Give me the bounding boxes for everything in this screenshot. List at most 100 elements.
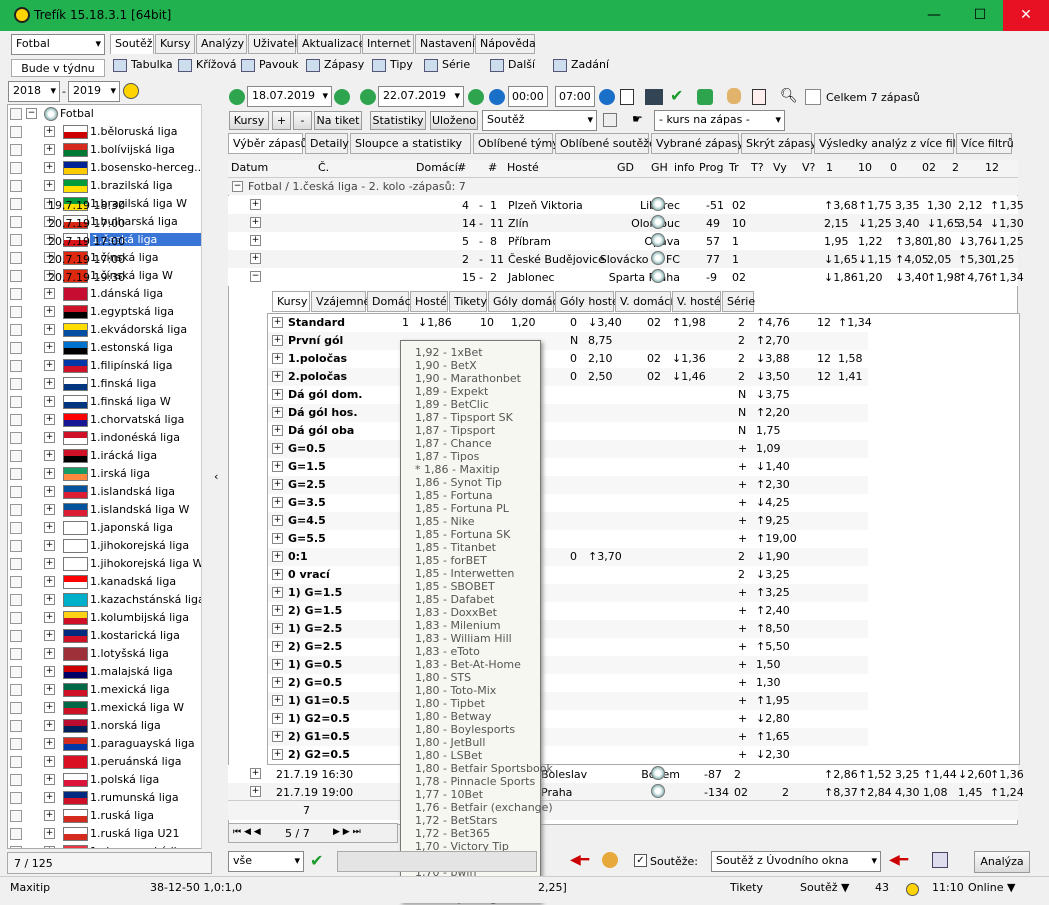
league-checkbox[interactable] <box>10 522 22 534</box>
league-checkbox[interactable] <box>10 558 22 570</box>
bookmaker-item[interactable]: 1,85 - SBOBET <box>415 580 495 593</box>
expand-odds-icon[interactable]: + <box>272 533 283 544</box>
bookmaker-item[interactable]: 1,85 - Fortuna <box>415 489 493 502</box>
main-tab-7[interactable]: Výsledky analýz z více filtrů <box>814 133 972 154</box>
league-item[interactable]: +1.islandská liga <box>8 483 211 501</box>
league-checkbox[interactable] <box>10 810 22 822</box>
bookmaker-item[interactable]: 1,80 - JetBull <box>415 736 485 749</box>
expand-icon[interactable]: + <box>44 648 55 659</box>
expand-icon[interactable]: + <box>44 432 55 443</box>
league-checkbox[interactable] <box>10 342 22 354</box>
period-button[interactable]: Bude v týdnu <box>11 59 105 77</box>
league-checkbox[interactable] <box>10 540 22 552</box>
expand-icon[interactable]: + <box>44 378 55 389</box>
league-item[interactable]: +1.finská liga <box>8 375 211 393</box>
expand-odds-icon[interactable]: + <box>272 461 283 472</box>
expand-icon[interactable]: + <box>44 792 55 803</box>
column-header-9[interactable]: Prog <box>699 161 723 177</box>
league-checkbox[interactable] <box>10 432 22 444</box>
league-checkbox[interactable] <box>10 162 22 174</box>
bookmaker-item[interactable]: 1,85 - Dafabet <box>415 593 494 606</box>
report-icon[interactable] <box>752 89 766 105</box>
red-arrow2-icon[interactable]: ◀━ <box>889 852 908 868</box>
league-checkbox[interactable] <box>10 468 22 480</box>
league-checkbox[interactable] <box>10 288 22 300</box>
expand-odds-icon[interactable]: + <box>272 389 283 400</box>
analyza-button[interactable]: Analýza <box>974 851 1030 873</box>
expand-odds-icon[interactable]: + <box>272 605 283 616</box>
bookmaker-item[interactable]: 1,87 - Tipsport SK <box>415 411 513 424</box>
match-row[interactable]: − 20.7.19 19:30 15 2 Jablonec -9 02 ↓1,86 1,20 ↓3… <box>48 268 1024 286</box>
prev-date2-icon[interactable] <box>360 89 376 105</box>
column-header-7[interactable]: GH <box>651 161 668 177</box>
menu-tab-2[interactable]: Analýzy <box>196 34 247 54</box>
league-checkbox[interactable] <box>10 612 22 624</box>
odds-row[interactable]: +0:1 0 ↑3,70 2 ↓1,90 <box>268 548 868 566</box>
group-row[interactable]: − Fotbal / 1.česká liga - 2. kolo -zápas… <box>228 178 1018 195</box>
red-arrow-icon[interactable]: ◀━ <box>570 852 589 868</box>
souteze-checkbox[interactable]: ✓ <box>634 854 647 867</box>
expand-match-icon[interactable]: + <box>250 235 261 246</box>
first-page-icon[interactable]: ⏮ ◀ ◀ <box>233 827 261 837</box>
tree-root[interactable]: − Fotbal <box>8 105 211 123</box>
next-date2-icon[interactable] <box>468 89 484 105</box>
bookmaker-item[interactable]: 1,90 - BetX <box>415 359 477 372</box>
league-item[interactable]: +1.finská liga W <box>8 393 211 411</box>
bookmaker-item[interactable]: 1,85 - Fortuna SK <box>415 528 510 541</box>
league-item[interactable]: +1.japonská liga <box>8 519 211 537</box>
bookmaker-item[interactable]: 1,80 - Toto-Mix <box>415 684 496 697</box>
expand-odds-icon[interactable]: + <box>272 731 283 742</box>
expand-icon[interactable]: + <box>44 558 55 569</box>
bookmaker-item[interactable]: 1,85 - Fortuna PL <box>415 502 509 515</box>
bookmaker-item[interactable]: 1,85 - Nike <box>415 515 475 528</box>
league-checkbox[interactable] <box>10 774 22 786</box>
league-item[interactable]: +1.malajská liga <box>8 663 211 681</box>
league-item[interactable]: +1.jihokorejská liga W <box>8 555 211 573</box>
menu-tab-1[interactable]: Kursy <box>155 34 195 54</box>
expand-icon[interactable]: + <box>44 522 55 533</box>
league-item[interactable]: +1.chorvatská liga <box>8 411 211 429</box>
bookmaker-item[interactable]: 1,90 - Marathonbet <box>415 372 521 385</box>
next-date-icon[interactable] <box>334 89 350 105</box>
league-item[interactable]: +1.irácká liga <box>8 447 211 465</box>
expand-odds-icon[interactable]: + <box>272 749 283 760</box>
toolbar-item-2[interactable]: Pavouk <box>241 58 298 76</box>
league-checkbox[interactable] <box>10 450 22 462</box>
bookmaker-item[interactable]: 1,86 - Synot Tip <box>415 476 502 489</box>
globe-icon[interactable] <box>651 197 665 211</box>
league-checkbox[interactable] <box>10 828 22 840</box>
expand-odds-icon[interactable]: + <box>272 695 283 706</box>
league-item[interactable]: +1.filipínská liga <box>8 357 211 375</box>
sub-tab-5[interactable]: Góly domácí <box>488 291 562 312</box>
league-item[interactable]: +1.singapurská liga <box>8 843 211 848</box>
sub-tab-0[interactable]: Kursy <box>272 291 310 312</box>
league-item[interactable]: +1.egyptská liga <box>8 303 211 321</box>
expand-icon[interactable]: + <box>44 486 55 497</box>
bookmaker-item[interactable]: 1,83 - Bet-At-Home <box>415 658 521 671</box>
year-to-select[interactable]: 2019 <box>68 81 120 102</box>
expand-odds-icon[interactable]: + <box>272 443 283 454</box>
bookmaker-item[interactable]: 1,77 - 10Bet <box>415 788 483 801</box>
league-checkbox[interactable] <box>10 630 22 642</box>
bookmaker-item[interactable]: 1,80 - STS <box>415 671 471 684</box>
expand-icon[interactable]: + <box>44 360 55 371</box>
expand-icon[interactable]: + <box>44 342 55 353</box>
sub-tab-1[interactable]: Vzájemné <box>311 291 370 312</box>
expand-icon[interactable]: + <box>44 630 55 641</box>
league-checkbox[interactable] <box>10 738 22 750</box>
magnifier-icon[interactable]: 🔍︎ <box>780 88 798 104</box>
root-checkbox[interactable] <box>10 108 22 120</box>
kursy-button[interactable]: Kursy <box>229 111 269 130</box>
league-checkbox[interactable] <box>10 720 22 732</box>
league-item[interactable]: +1.kostarická liga <box>8 627 211 645</box>
league-item[interactable]: +1.běloruská liga <box>8 123 211 141</box>
league-checkbox[interactable] <box>10 270 22 282</box>
status-tikety[interactable]: Tikety <box>730 881 763 894</box>
expand-icon[interactable]: + <box>44 180 55 191</box>
expand-odds-icon[interactable]: + <box>272 407 283 418</box>
league-checkbox[interactable] <box>10 684 22 696</box>
expand-icon[interactable]: + <box>44 666 55 677</box>
globe-icon[interactable] <box>651 269 665 283</box>
column-header-12[interactable]: Vy <box>773 161 787 177</box>
column-header-10[interactable]: Tr <box>729 161 739 177</box>
